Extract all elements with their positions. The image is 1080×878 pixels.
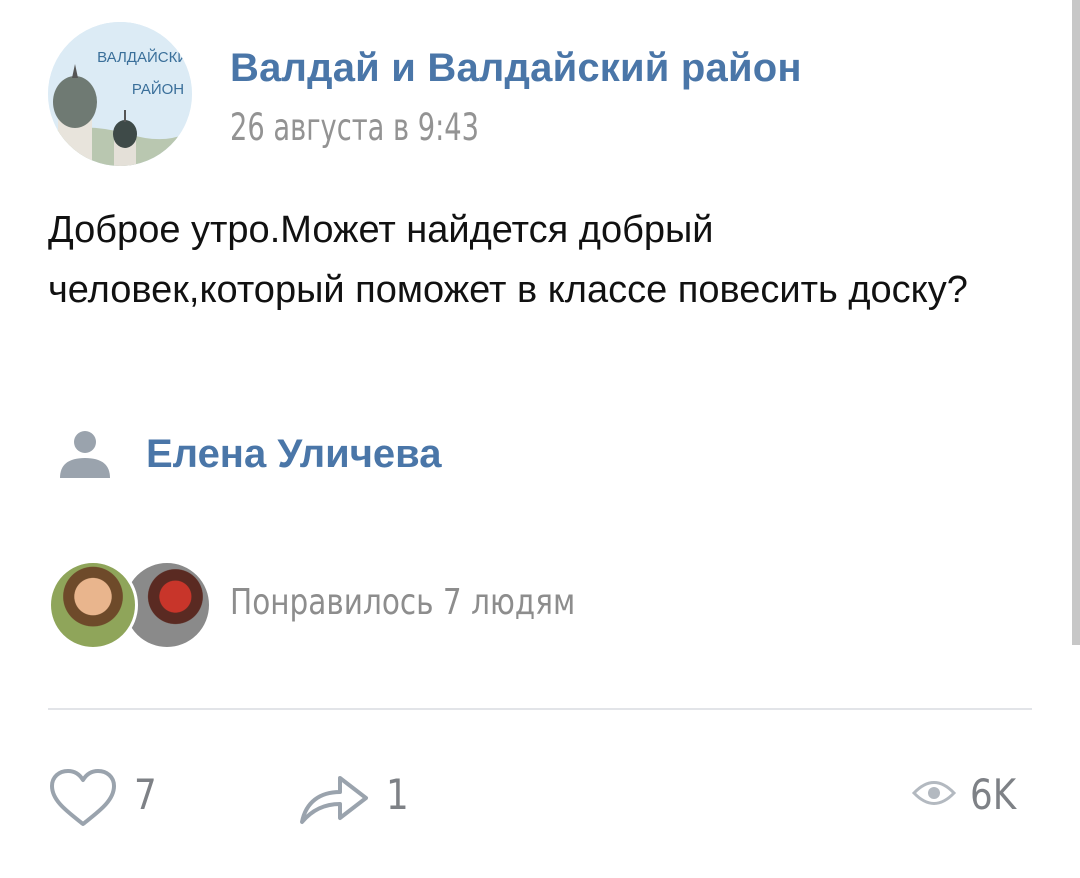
person-icon — [60, 431, 110, 478]
share-arrow-icon — [300, 776, 368, 824]
share-count: 1 — [386, 770, 409, 819]
liker-avatar[interactable] — [48, 560, 138, 650]
group-name-link[interactable]: Валдай и Валдайский район — [230, 46, 802, 91]
divider — [48, 708, 1032, 710]
post-date[interactable]: 26 августа в 9:43 — [230, 106, 479, 149]
post-header: ВАЛДАЙСКИЙ РАЙОН Валдай и Валдайский рай… — [48, 22, 1028, 168]
views-counter: 6K — [912, 760, 1032, 830]
share-button[interactable]: 1 — [298, 760, 428, 830]
heart-icon — [50, 769, 116, 826]
group-avatar[interactable]: ВАЛДАЙСКИЙ РАЙОН — [48, 22, 192, 166]
avatar-text-line1: ВАЛДАЙСКИЙ — [97, 48, 192, 66]
group-avatar-image: ВАЛДАЙСКИЙ РАЙОН — [48, 22, 192, 166]
like-button[interactable]: 7 — [48, 760, 168, 830]
post-actions: 7 1 6K — [48, 760, 1032, 830]
eye-icon — [912, 781, 956, 805]
author-name-link[interactable]: Елена Уличева — [146, 432, 441, 477]
scrollbar[interactable] — [1072, 0, 1080, 645]
likes-summary[interactable]: Понравилось 7 людям — [48, 560, 948, 650]
like-count: 7 — [134, 770, 157, 819]
post-text: Доброе утро.Может найдется добрый челове… — [48, 209, 968, 311]
likes-summary-text[interactable]: Понравилось 7 людям — [230, 582, 575, 623]
views-count: 6K — [970, 770, 1017, 819]
avatar-text-line2: РАЙОН — [132, 80, 184, 98]
